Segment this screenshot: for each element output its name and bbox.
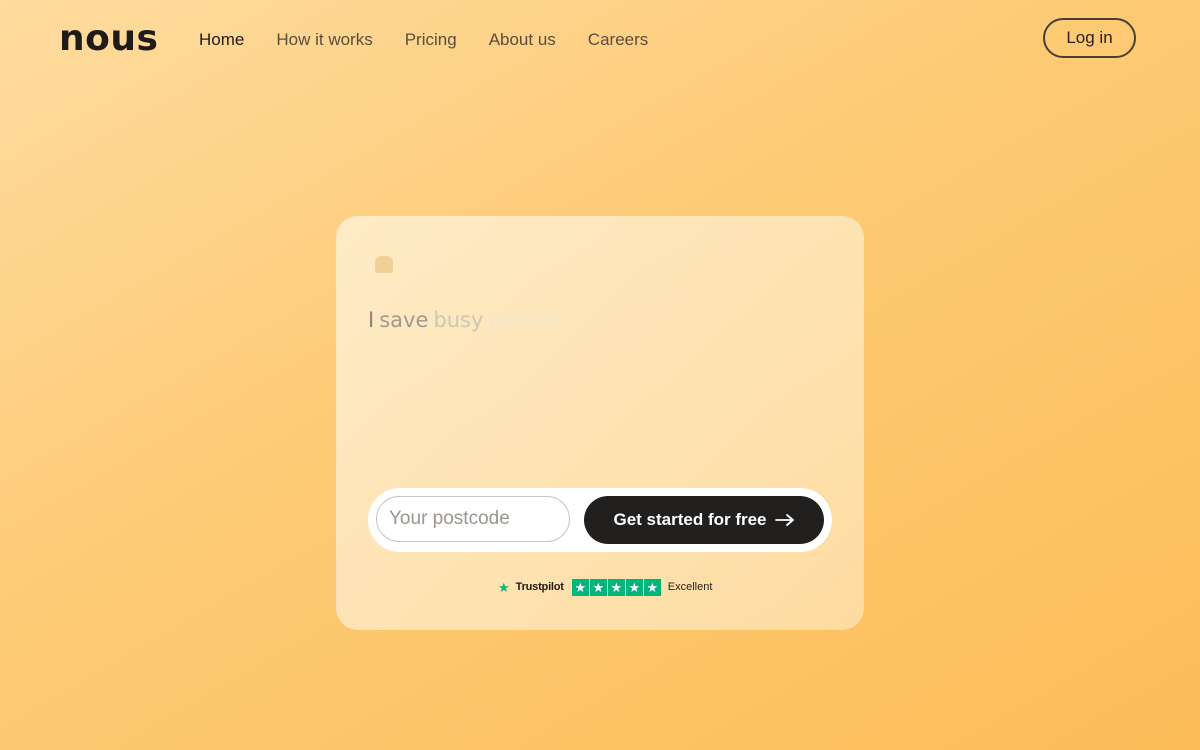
login-button[interactable]: Log in [1043, 18, 1136, 58]
trustpilot-star-icon: ★ [498, 579, 510, 595]
headline-word: busy [433, 308, 484, 332]
rating-star-icon: ★ [607, 578, 625, 596]
headline-word: I [368, 308, 375, 332]
top-navigation: nous Home How it works Pricing About us … [0, 0, 1200, 80]
signup-form: Get started for free [368, 488, 832, 552]
brand-logo[interactable]: nous [59, 17, 158, 61]
rating-star-icon: ★ [643, 578, 661, 596]
rating-star-icon: ★ [625, 578, 643, 596]
trustpilot-rating: Excellent [667, 581, 713, 593]
nav-link-pricing[interactable]: Pricing [405, 29, 457, 51]
nav-links: Home How it works Pricing About us Caree… [199, 29, 648, 51]
nav-link-how-it-works[interactable]: How it works [276, 29, 372, 51]
get-started-label: Get started for free [613, 510, 767, 529]
trustpilot-badge[interactable]: ★ Trustpilot ★ ★ ★ ★ ★ Excellent [498, 578, 712, 596]
nav-link-home[interactable]: Home [199, 29, 244, 51]
nav-link-about-us[interactable]: About us [489, 29, 556, 51]
arrow-right-icon [774, 514, 794, 526]
hero-headline: Isave busy people [368, 306, 565, 334]
headline-word: save [379, 308, 429, 332]
rating-star-icon: ★ [589, 578, 607, 596]
nav-link-careers[interactable]: Careers [588, 29, 648, 51]
trustpilot-brand: Trustpilot [515, 581, 564, 593]
rating-star-icon: ★ [571, 578, 589, 596]
postcode-input[interactable] [376, 496, 570, 542]
get-started-button[interactable]: Get started for free [584, 496, 824, 544]
trustpilot-stars: ★ ★ ★ ★ ★ [571, 578, 661, 596]
headline-word: people [488, 308, 560, 332]
hero-card: Isavebusypeople Get started for free ★ T… [336, 216, 864, 630]
hero-icon [375, 256, 393, 273]
